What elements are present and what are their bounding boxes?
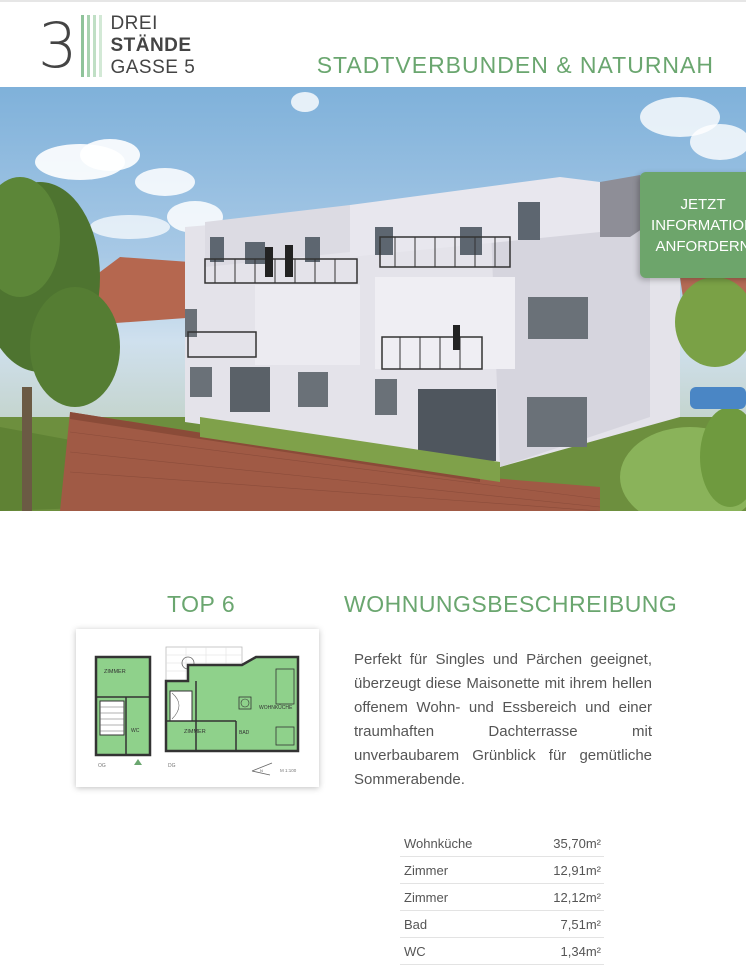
plan-label-zimmer-dg: ZIMMER (184, 729, 206, 735)
hero-image: JETZT INFORMATION ANFORDERN (0, 87, 746, 511)
plan-label-wc: WC (131, 728, 140, 734)
area-room: WC (404, 943, 426, 959)
floorplan-thumbnail[interactable]: ZIMMER WC OG WOHNKÜCHE ZIMMER BAD DG N M… (76, 629, 319, 787)
area-table: Wohnküche 35,70m² Zimmer 12,91m² Zimmer 12,12… (400, 830, 604, 965)
logo-number: 3 (38, 9, 77, 82)
area-room: Bad (404, 916, 428, 932)
request-info-label: JETZT INFORMATION ANFORDERN (651, 194, 746, 257)
plan-label-og: OG (98, 763, 106, 769)
svg-text:N: N (260, 768, 263, 773)
table-row: Bad 7,51m² (400, 911, 604, 938)
request-info-button[interactable]: JETZT INFORMATION ANFORDERN (640, 172, 746, 278)
area-room: Wohnküche (404, 835, 473, 851)
section-title: WOHNUNGSBESCHREIBUNG (344, 591, 678, 617)
logo-line-2: STÄNDE (110, 35, 192, 56)
table-row: Wohnküche 35,70m² (400, 830, 604, 857)
plan-label-zimmer-og: ZIMMER (104, 669, 126, 675)
plan-scale: M 1:100 (280, 768, 297, 773)
table-row: Zimmer 12,12m² (400, 884, 604, 911)
plan-label-dg: DG (168, 763, 176, 769)
logo-bars-icon (81, 15, 103, 77)
logo-line-3: GASSE 5 (110, 57, 196, 78)
tagline: STADTVERBUNDEN & NATURNAH (316, 52, 714, 78)
logo[interactable]: 3 DREI STÄNDE GASSE 5 (38, 12, 195, 80)
cta-line-3: ANFORDERN (655, 237, 746, 255)
area-room: Zimmer (404, 889, 449, 905)
plan-label-bad: BAD (239, 730, 250, 736)
table-row: WC 1,34m² (400, 938, 604, 965)
area-size: 12,91m² (553, 862, 601, 878)
building-rendering (0, 92, 746, 511)
cta-line-1: JETZT (680, 195, 726, 213)
area-size: 1,34m² (560, 943, 601, 959)
area-size: 35,70m² (553, 835, 601, 851)
site-header: 3 DREI STÄNDE GASSE 5 STADTVERBUNDEN & N… (0, 0, 746, 87)
area-room: Zimmer (404, 862, 449, 878)
logo-line-1: DREI (110, 13, 158, 34)
area-size: 12,12m² (553, 889, 601, 905)
apartment-title: TOP 6 (167, 591, 236, 617)
area-size: 7,51m² (560, 916, 601, 932)
floorplan-drawing: ZIMMER WC OG WOHNKÜCHE ZIMMER BAD DG N M… (94, 646, 300, 776)
logo-text: DREI STÄNDE GASSE 5 (110, 13, 195, 79)
apartment-description: Perfekt für Singles und Pärchen geeignet… (354, 651, 652, 788)
table-row: Zimmer 12,91m² (400, 857, 604, 884)
plan-label-wohnkueche: WOHNKÜCHE (259, 704, 293, 711)
cta-line-2: INFORMATION (651, 216, 746, 234)
north-arrow-icon: N (251, 762, 273, 776)
